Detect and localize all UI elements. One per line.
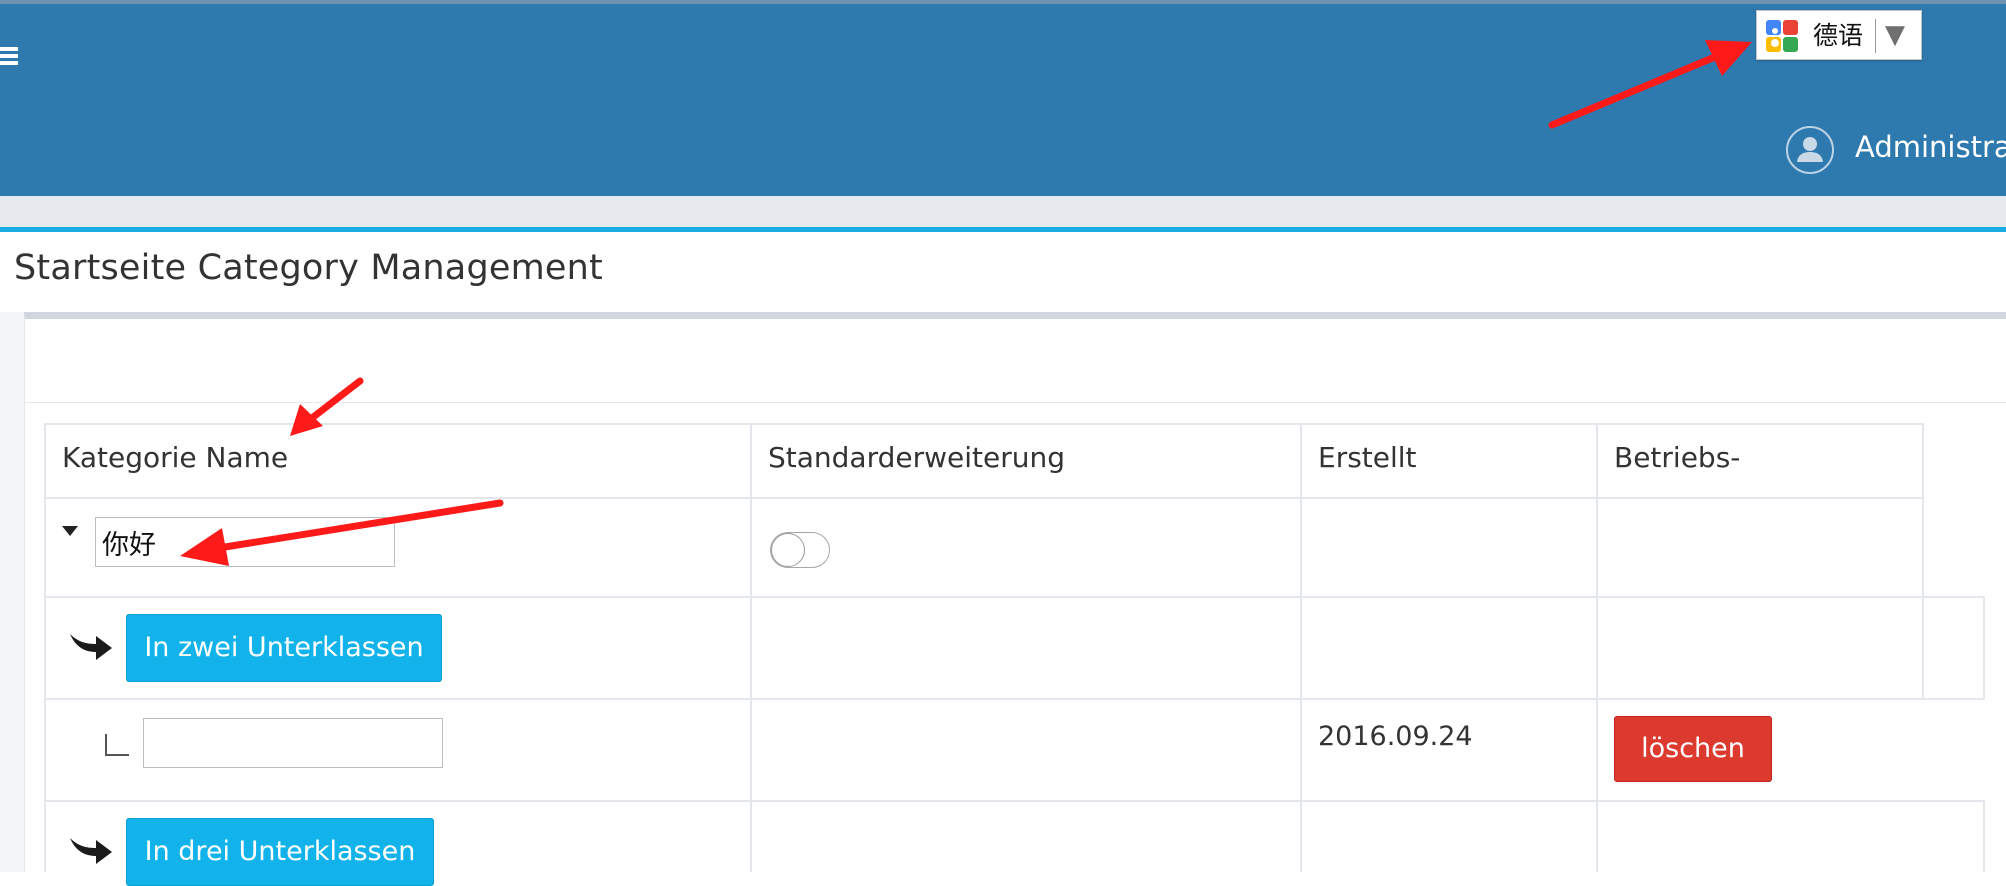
annotation-arrow-column-header — [290, 377, 364, 436]
annotation-arrow-language — [1548, 40, 1752, 129]
annotation-arrow-input — [180, 499, 504, 566]
annotation-arrows — [180, 40, 1752, 566]
